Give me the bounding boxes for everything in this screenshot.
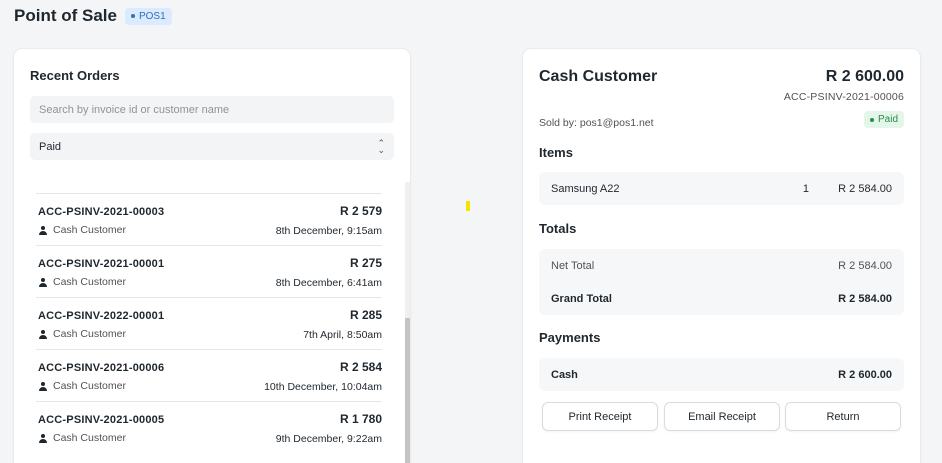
invoice-grand-amount: R 2 600.00	[825, 68, 904, 85]
status-filter-select[interactable]: Paid ⌃ ⌄	[30, 133, 394, 160]
order-invoice-id: ACC-PSINV-2021-00001	[38, 258, 165, 270]
order-customer: Cash Customer	[38, 432, 126, 444]
user-icon	[38, 277, 47, 287]
grand-total-value: R 2 584.00	[838, 292, 892, 305]
order-customer-name: Cash Customer	[53, 224, 126, 236]
order-date: 8th December, 6:41am	[275, 277, 382, 289]
payments-box: Cash R 2 600.00	[539, 358, 904, 391]
order-list-item[interactable]: ACC-PSINV-2021-00003 Cash Customer R 2 5…	[36, 193, 382, 245]
order-customer-name: Cash Customer	[53, 276, 126, 288]
payments-section-title: Payments	[539, 330, 601, 345]
order-customer-name: Cash Customer	[53, 432, 126, 444]
invoice-detail-panel: Cash Customer R 2 600.00 ACC-PSINV-2021-…	[523, 49, 920, 463]
print-receipt-button[interactable]: Print Receipt	[542, 402, 658, 431]
order-list-item[interactable]: ACC-PSINV-2021-00001 Cash Customer R 275…	[36, 245, 382, 297]
grand-total-label: Grand Total	[551, 292, 612, 305]
status-badge-label: Paid	[877, 114, 898, 125]
order-customer: Cash Customer	[38, 328, 126, 340]
status-filter-value: Paid	[39, 140, 62, 153]
order-customer-name: Cash Customer	[53, 328, 126, 340]
recent-orders-panel: Recent Orders Paid ⌃⌄ ACC-PSINV-2021-000…	[14, 49, 410, 463]
cursor-marker	[466, 201, 470, 211]
invoice-item-row: Samsung A22 1 R 2 584.00	[539, 172, 904, 205]
order-date: 7th April, 8:50am	[303, 329, 382, 341]
page-header: Point of Sale POS1	[14, 6, 172, 26]
item-qty: 1	[802, 182, 809, 195]
payment-row: Cash R 2 600.00	[539, 358, 904, 391]
sold-by-text: Sold by: pos1@pos1.net	[539, 117, 654, 129]
order-amount: R 2 584	[339, 360, 382, 374]
select-chevron-icon: ⌃ ⌄	[377, 137, 385, 155]
status-badge: Paid	[863, 111, 904, 128]
order-search-input[interactable]	[30, 96, 394, 123]
order-customer: Cash Customer	[38, 380, 126, 392]
order-customer: Cash Customer	[38, 224, 126, 236]
email-receipt-button[interactable]: Email Receipt	[664, 402, 780, 431]
payment-amount: R 2 600.00	[838, 368, 892, 381]
order-list-item[interactable]: ACC-PSINV-2022-00001 Cash Customer R 285…	[36, 297, 382, 349]
order-date: 8th December, 9:15am	[275, 225, 382, 237]
pos-profile-badge: POS1	[124, 7, 172, 25]
return-button[interactable]: Return	[785, 402, 901, 431]
order-customer: Cash Customer	[38, 276, 126, 288]
order-invoice-id: ACC-PSINV-2021-00005	[38, 414, 165, 426]
order-list-item[interactable]: ACC-PSINV-2021-00006 Cash Customer R 2 5…	[36, 349, 382, 401]
item-name: Samsung A22	[551, 182, 620, 195]
order-date: 9th December, 9:22am	[275, 433, 382, 445]
user-icon	[38, 329, 47, 339]
order-date: 10th December, 10:04am	[264, 381, 382, 393]
pos-badge-label: POS1	[138, 10, 166, 22]
user-icon	[38, 381, 47, 391]
user-icon	[38, 225, 47, 235]
order-customer-name: Cash Customer	[53, 380, 126, 392]
page-title: Point of Sale	[14, 6, 117, 25]
order-amount: R 275	[349, 256, 382, 270]
payment-mode: Cash	[551, 368, 578, 381]
invoice-number: ACC-PSINV-2021-00006	[783, 91, 904, 103]
order-invoice-id: ACC-PSINV-2021-00003	[38, 206, 165, 218]
orders-scrollbar-thumb[interactable]	[405, 318, 410, 463]
orders-list: ACC-PSINV-2021-00003 Cash Customer R 2 5…	[36, 193, 382, 453]
net-total-value: R 2 584.00	[838, 259, 892, 272]
order-list-item[interactable]: ACC-PSINV-2021-00005 Cash Customer R 1 7…	[36, 401, 382, 453]
items-section-title: Items	[539, 145, 573, 160]
totals-box: Net Total R 2 584.00 Grand Total R 2 584…	[539, 249, 904, 315]
recent-orders-title: Recent Orders	[30, 68, 120, 83]
order-amount: R 2 579	[339, 204, 382, 218]
totals-section-title: Totals	[539, 221, 577, 236]
invoice-customer-name: Cash Customer	[539, 68, 658, 85]
item-amount: R 2 584.00	[838, 182, 892, 195]
order-invoice-id: ACC-PSINV-2022-00001	[38, 310, 165, 322]
orders-scrollbar[interactable]	[405, 182, 410, 463]
status-dot-icon	[869, 117, 874, 122]
net-total-label: Net Total	[551, 259, 595, 272]
badge-dot-icon	[130, 14, 135, 18]
grand-total-row: Grand Total R 2 584.00	[539, 282, 904, 315]
order-amount: R 1 780	[339, 412, 382, 426]
order-invoice-id: ACC-PSINV-2021-00006	[38, 362, 165, 374]
net-total-row: Net Total R 2 584.00	[539, 249, 904, 282]
order-amount: R 285	[349, 308, 382, 322]
user-icon	[38, 433, 47, 443]
items-box: Samsung A22 1 R 2 584.00	[539, 172, 904, 205]
